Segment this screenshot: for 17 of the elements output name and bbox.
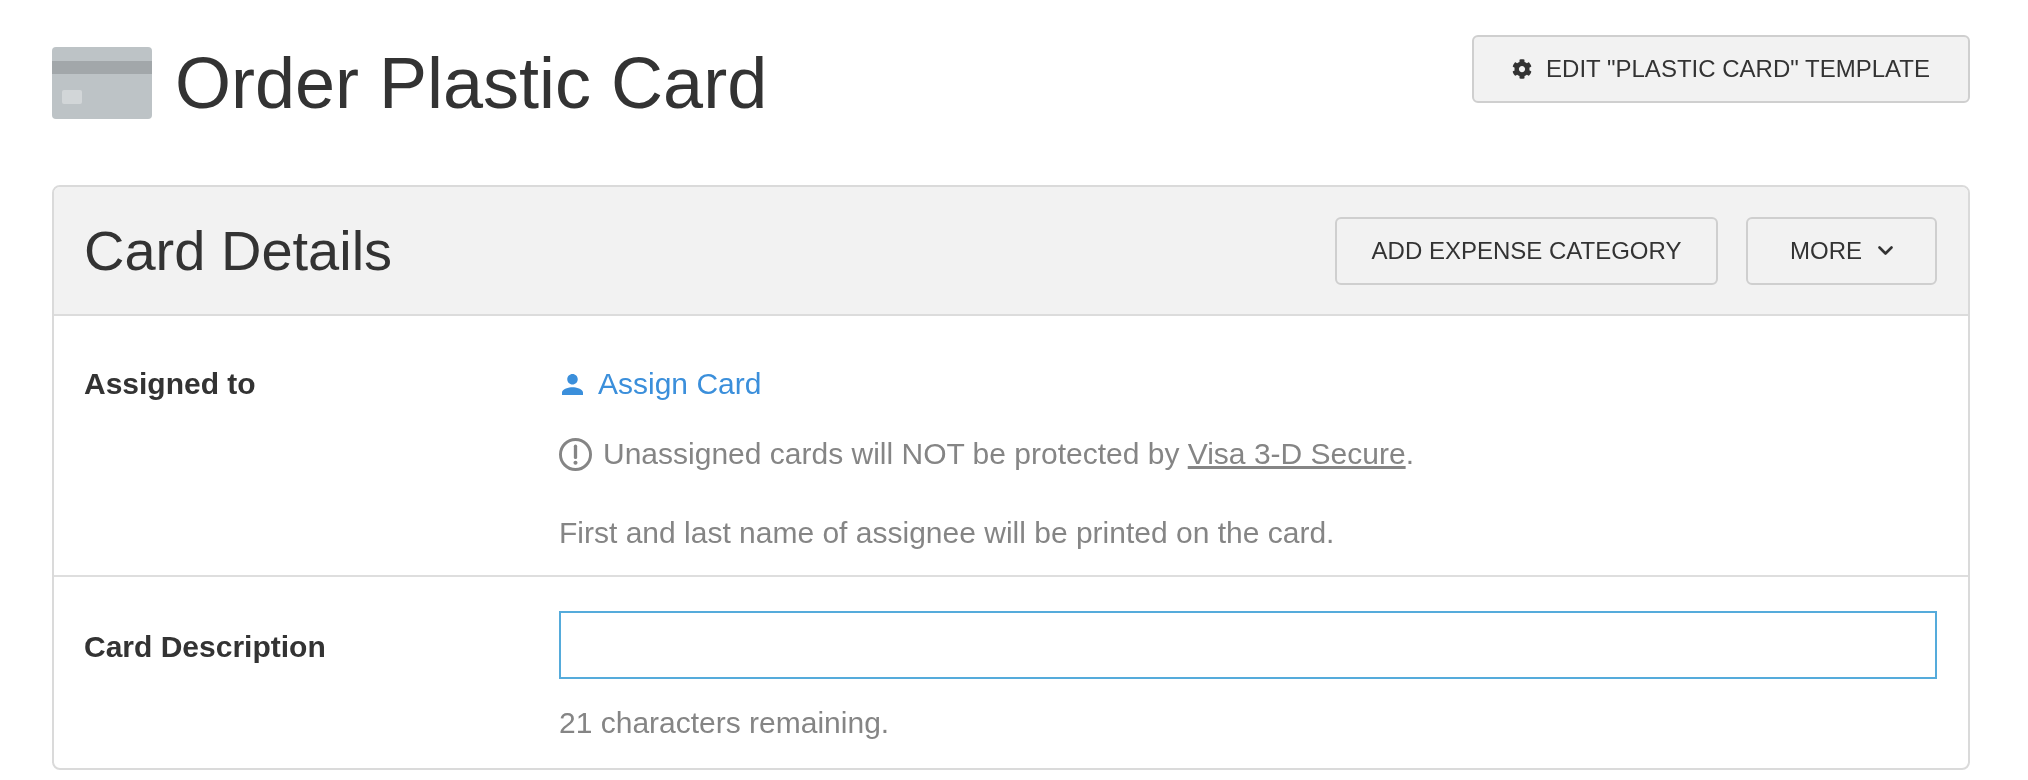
card-description-input[interactable] xyxy=(559,611,1937,679)
chevron-down-icon xyxy=(1878,246,1893,255)
person-icon xyxy=(562,373,583,395)
credit-card-icon xyxy=(52,47,152,119)
edit-template-button[interactable]: EDIT "PLASTIC CARD" TEMPLATE xyxy=(1472,35,1970,103)
characters-remaining-text: 21 characters remaining. xyxy=(559,705,891,741)
card-title: Card Details xyxy=(84,222,393,279)
gear-icon xyxy=(1512,59,1533,79)
assignee-note: First and last name of assignee will be printed on the card. xyxy=(559,515,1336,551)
field-label: Card Description xyxy=(84,629,327,665)
visa-secure-link[interactable]: Visa 3-D Secure xyxy=(1187,437,1406,470)
more-dropdown-button[interactable]: MORE xyxy=(1746,216,1937,285)
field-label: Assigned to xyxy=(84,366,257,402)
add-expense-category-button[interactable]: ADD EXPENSE CATEGORY xyxy=(1335,216,1718,285)
warning-text: Unassigned cards will NOT be protected by Visa 3-D Secure. xyxy=(603,436,1414,472)
page-title: Order Plastic Card xyxy=(175,47,768,119)
alert-icon xyxy=(559,437,592,471)
